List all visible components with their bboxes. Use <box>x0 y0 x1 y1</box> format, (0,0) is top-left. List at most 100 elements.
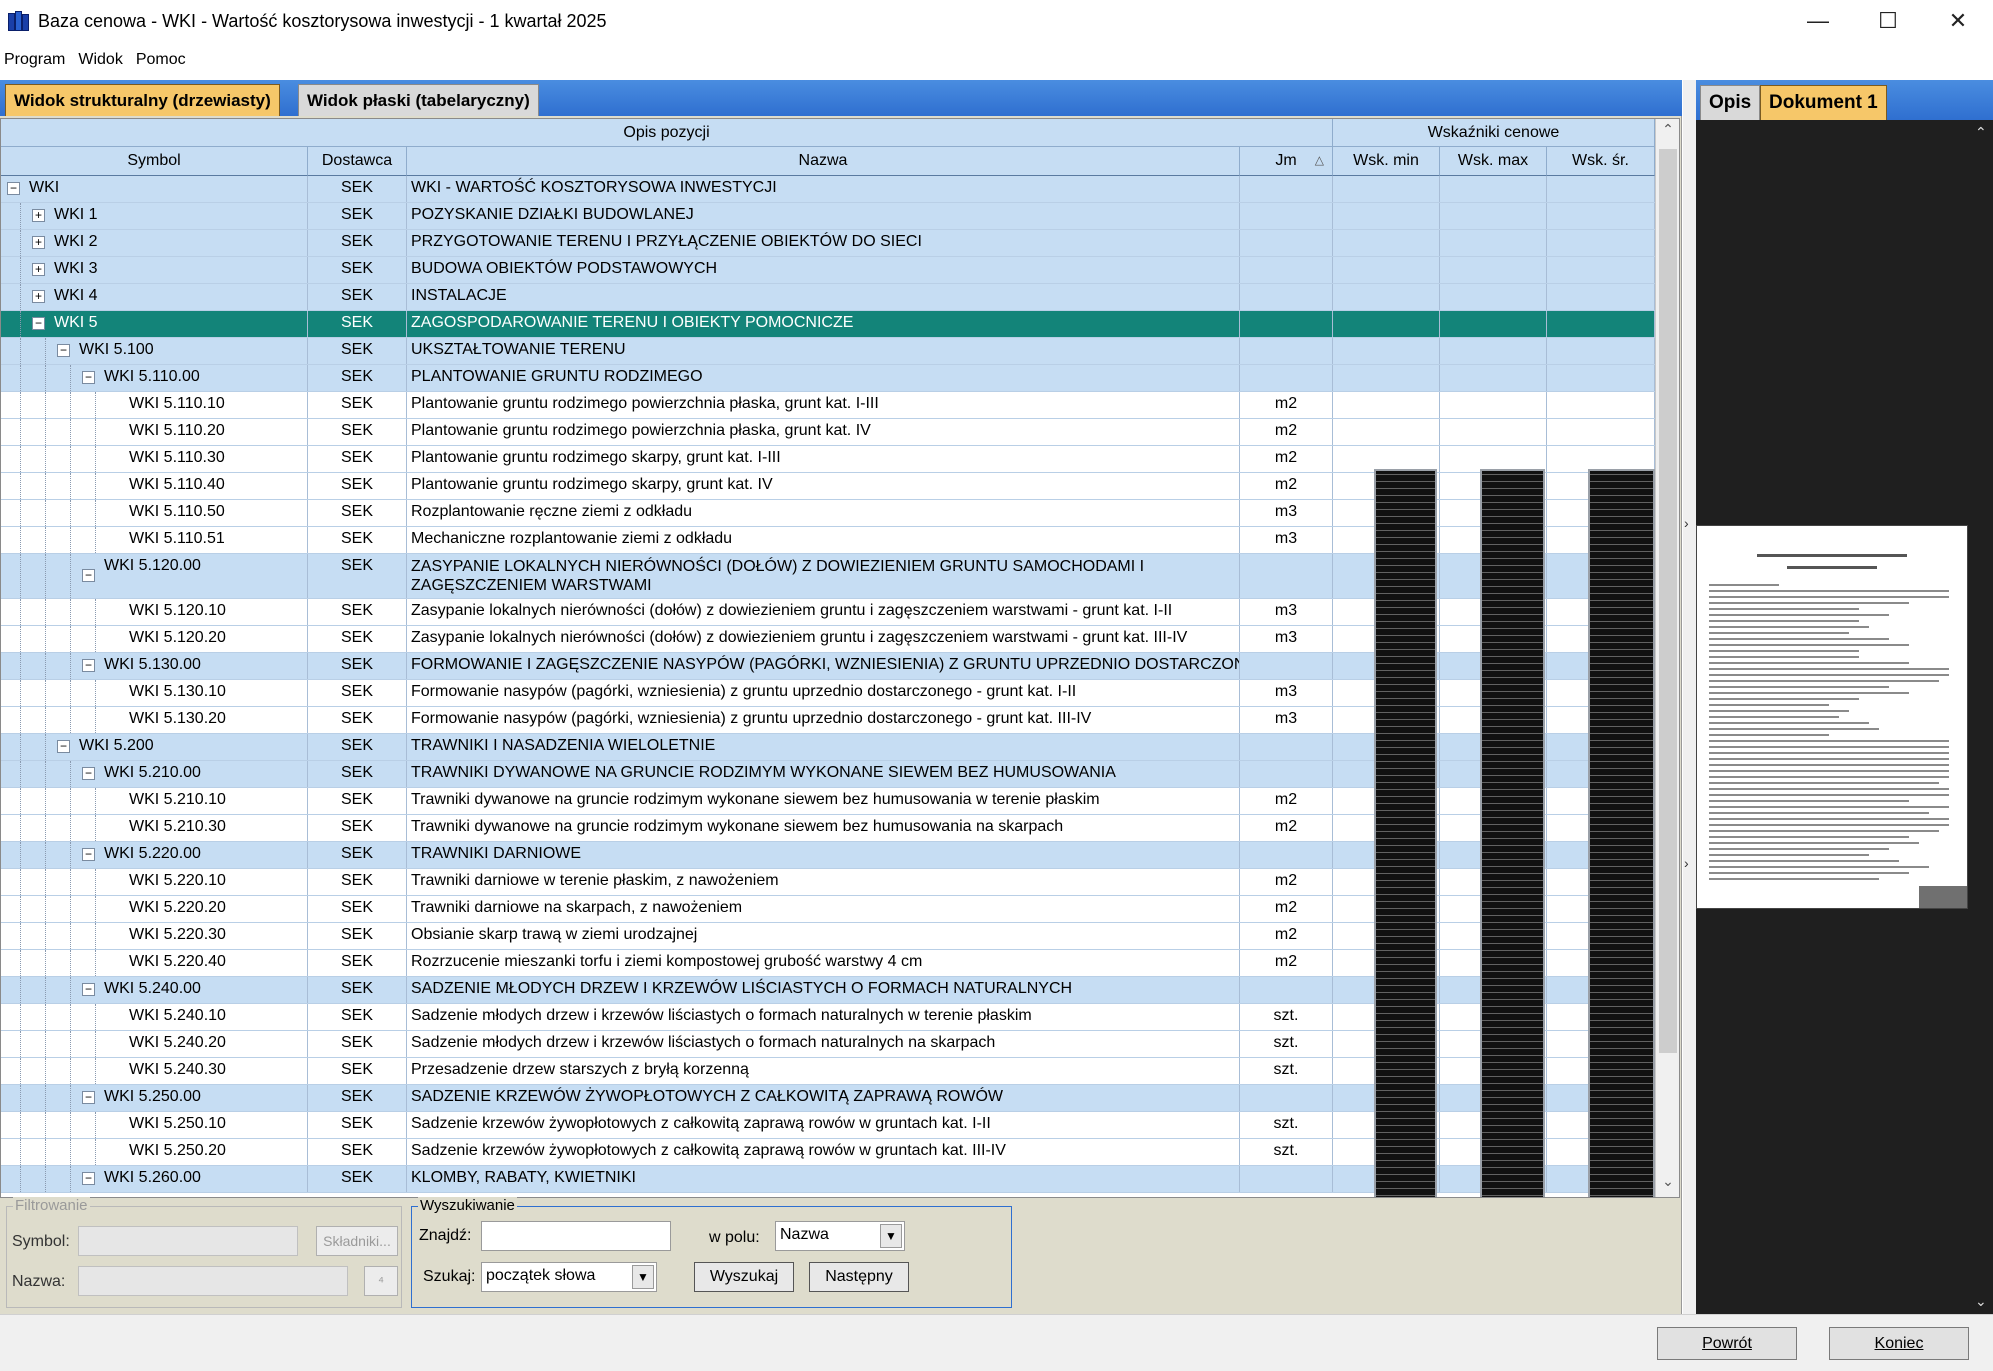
collapse-icon[interactable]: − <box>82 1172 95 1185</box>
tree-line <box>45 1058 46 1084</box>
znajdz-input[interactable] <box>481 1221 671 1251</box>
tree-line <box>70 680 71 706</box>
column-header-dostawca[interactable]: Dostawca <box>308 147 407 176</box>
nastepny-button[interactable]: Następny <box>809 1262 909 1292</box>
symbol-cell: WKI 5.240.20 <box>1 1031 308 1057</box>
column-header-symbol[interactable]: Symbol <box>1 147 308 176</box>
jm-cell: m2 <box>1240 950 1333 976</box>
expand-icon[interactable]: + <box>32 263 45 276</box>
tab-opis[interactable]: Opis <box>1700 85 1761 120</box>
tab-dokument-1[interactable]: Dokument 1 <box>1760 85 1887 120</box>
tree-group-row[interactable]: + WKI 1 SEK POZYSKANIE DZIAŁKI BUDOWLANEJ <box>1 203 1655 230</box>
tree-group-row[interactable]: + WKI 4 SEK INSTALACJE <box>1 284 1655 311</box>
tab-structural-view[interactable]: Widok strukturalny (drzewiasty) <box>5 84 280 116</box>
column-header-wsk-min[interactable]: Wsk. min <box>1333 147 1440 176</box>
tree-line <box>70 473 71 499</box>
document-text-line <box>1709 638 1889 640</box>
collapse-icon[interactable]: − <box>82 659 95 672</box>
filter-symbol-label: Symbol: <box>12 1233 70 1250</box>
tree-line <box>45 761 46 787</box>
expand-icon[interactable]: + <box>32 209 45 222</box>
scroll-up-icon[interactable]: ⌃ <box>1656 121 1679 143</box>
header-group-opis: Opis pozycji <box>1 119 1333 147</box>
powrot-button[interactable]: Powrót <box>1657 1327 1797 1360</box>
collapse-icon[interactable]: − <box>57 740 70 753</box>
panel-splitter[interactable]: › › <box>1683 80 1696 1314</box>
menu-pomoc[interactable]: Pomoc <box>136 51 186 69</box>
grid-vertical-scrollbar[interactable]: ⌃ ⌄ <box>1655 119 1679 1197</box>
collapse-icon[interactable]: − <box>82 848 95 861</box>
nazwa-cell: POZYSKANIE DZIAŁKI BUDOWLANEJ <box>407 203 1240 229</box>
filter-symbol-field[interactable] <box>78 1226 298 1256</box>
tree-group-row[interactable]: − WKI SEK WKI - WARTOŚĆ KOSZTORYSOWA INWEST… <box>1 176 1655 203</box>
expand-icon[interactable]: + <box>32 236 45 249</box>
minimize-button[interactable]: — <box>1783 0 1853 42</box>
scroll-up-icon[interactable]: ⌃ <box>1975 124 1987 141</box>
column-header-nazwa[interactable]: Nazwa <box>407 147 1240 176</box>
symbol-text: WKI 5.120.10 <box>129 602 226 619</box>
filter-apply-button[interactable]: ⁴ <box>364 1266 398 1296</box>
wsk-max-cell <box>1440 176 1547 202</box>
nazwa-cell: ZAGOSPODAROWANIE TERENU I OBIEKTY POMOCN… <box>407 311 1240 337</box>
koniec-button[interactable]: Koniec <box>1829 1327 1969 1360</box>
w-polu-select[interactable]: Nazwa ▼ <box>775 1221 905 1251</box>
chevron-down-icon[interactable]: ▼ <box>880 1224 902 1248</box>
tree-line <box>45 599 46 625</box>
table-row[interactable]: WKI 5.110.20 SEK Plantowanie gruntu rodzim… <box>1 419 1655 446</box>
collapse-icon[interactable]: − <box>32 317 45 330</box>
menu-widok[interactable]: Widok <box>78 51 122 69</box>
skladniki-button[interactable]: Składniki... <box>316 1226 398 1256</box>
dostawca-cell: SEK <box>308 869 407 895</box>
tree-group-row[interactable]: − WKI 5.110.00 SEK PLANTOWANIE GRUNTU RODZI… <box>1 365 1655 392</box>
tree-line <box>45 923 46 949</box>
tree-group-row[interactable]: + WKI 3 SEK BUDOWA OBIEKTÓW PODSTAWOWYCH <box>1 257 1655 284</box>
document-page-thumbnail <box>1696 525 1968 909</box>
document-viewer[interactable]: ⌃ ⌄ <box>1696 120 1993 1314</box>
tree-line <box>45 554 46 598</box>
column-header-wsk-max[interactable]: Wsk. max <box>1440 147 1547 176</box>
collapse-icon[interactable]: − <box>82 371 95 384</box>
scroll-down-icon[interactable]: ⌄ <box>1656 1173 1679 1195</box>
menu-program[interactable]: Program <box>4 51 65 69</box>
tree-line <box>95 1004 96 1030</box>
szukaj-label: Szukaj: <box>423 1268 476 1285</box>
chevron-right-icon[interactable]: › <box>1684 855 1689 871</box>
nazwa-cell: Plantowanie gruntu rodzimego powierzchni… <box>407 419 1240 445</box>
close-button[interactable]: ✕ <box>1923 0 1993 42</box>
tab-flat-view[interactable]: Widok płaski (tabelaryczny) <box>298 84 539 116</box>
tree-group-row[interactable]: + WKI 2 SEK PRZYGOTOWANIE TERENU I PRZYŁĄCZ… <box>1 230 1655 257</box>
nazwa-cell: TRAWNIKI DARNIOWE <box>407 842 1240 868</box>
collapse-icon[interactable]: − <box>82 1091 95 1104</box>
tree-line <box>20 815 21 841</box>
scroll-thumb[interactable] <box>1659 149 1677 1053</box>
nazwa-cell: Formowanie nasypów (pagórki, wzniesienia… <box>407 680 1240 706</box>
szukaj-select[interactable]: początek słowa ▼ <box>481 1262 657 1292</box>
filter-nazwa-field[interactable] <box>78 1266 348 1296</box>
scroll-down-icon[interactable]: ⌄ <box>1975 1293 1987 1310</box>
tree-group-row[interactable]: − WKI 5 SEK ZAGOSPODAROWANIE TERENU I OBIEK… <box>1 311 1655 338</box>
document-text-line <box>1709 782 1939 784</box>
collapse-icon[interactable]: − <box>82 569 95 582</box>
collapse-icon[interactable]: − <box>57 344 70 357</box>
collapse-icon[interactable]: − <box>82 983 95 996</box>
tree-group-row[interactable]: − WKI 5.100 SEK UKSZTAŁTOWANIE TERENU <box>1 338 1655 365</box>
collapse-icon[interactable]: − <box>7 182 20 195</box>
symbol-cell: WKI 5.110.50 <box>1 500 308 526</box>
table-row[interactable]: WKI 5.110.10 SEK Plantowanie gruntu rodzim… <box>1 392 1655 419</box>
document-scrollbar[interactable]: ⌃ ⌄ <box>1971 120 1993 1314</box>
chevron-down-icon[interactable]: ▼ <box>632 1265 654 1289</box>
collapse-icon[interactable]: − <box>82 767 95 780</box>
maximize-button[interactable]: ☐ <box>1853 0 1923 42</box>
right-tab-bar: Opis Dokument 1 <box>1696 80 1993 120</box>
column-header-wsk-sr[interactable]: Wsk. śr. <box>1547 147 1655 176</box>
price-tree-grid: Opis pozycji Wskaźniki cenowe Symbol Dos… <box>0 118 1680 1198</box>
column-header-jm[interactable]: Jm △ <box>1240 147 1333 176</box>
symbol-cell: WKI 5.240.10 <box>1 1004 308 1030</box>
tree-line <box>45 680 46 706</box>
wyszukaj-button[interactable]: Wyszukaj <box>694 1262 794 1292</box>
document-text-line <box>1709 632 1849 634</box>
symbol-cell: + WKI 2 <box>1 230 308 256</box>
chevron-right-icon[interactable]: › <box>1684 515 1689 531</box>
expand-icon[interactable]: + <box>32 290 45 303</box>
tree-line <box>95 950 96 976</box>
